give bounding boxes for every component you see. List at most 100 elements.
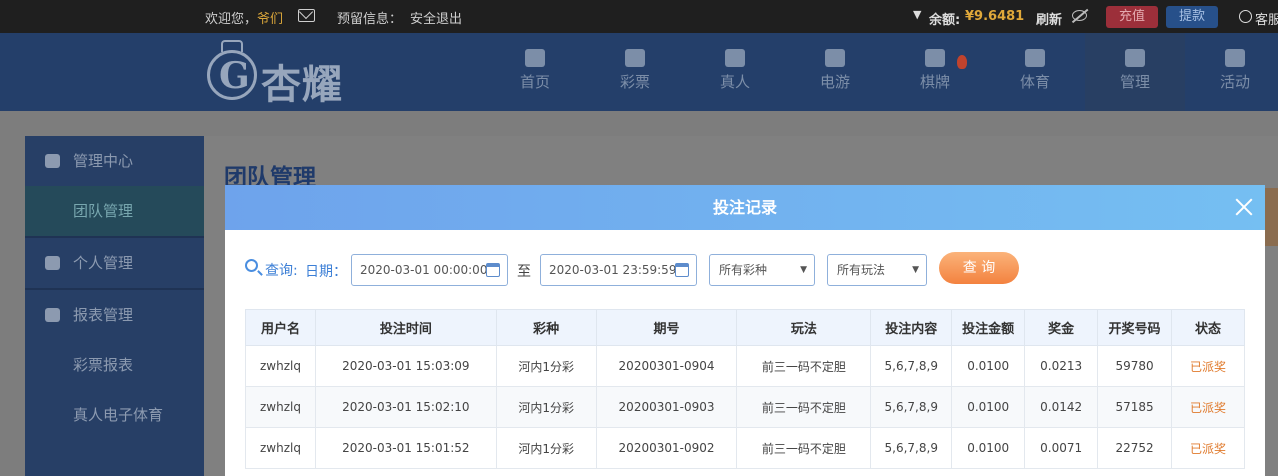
- sidebar-item-management-center[interactable]: 管理中心: [25, 136, 204, 186]
- cell-bet-amount: 0.0100: [951, 345, 1026, 387]
- sidebar-item-lottery-report[interactable]: 彩票报表: [25, 340, 204, 390]
- hot-flame-icon: [957, 55, 967, 69]
- nav-label: 真人: [719, 73, 750, 91]
- nav-label: 管理: [1119, 73, 1150, 91]
- nav-label: 体育: [1019, 73, 1050, 91]
- close-icon[interactable]: [1233, 196, 1255, 218]
- cell-bet-content: 5,6,7,8,9: [870, 345, 953, 387]
- cell-prize: 0.0071: [1024, 427, 1099, 469]
- cell-lottery: 河内1分彩: [495, 345, 597, 387]
- nav-label: 彩票: [619, 73, 650, 91]
- cell-play: 前三一码不定胆: [736, 427, 872, 469]
- cell-status: 已派奖: [1171, 427, 1245, 469]
- withdraw-button[interactable]: 提款: [1166, 6, 1218, 28]
- cell-issue: 20200301-0903: [595, 386, 738, 428]
- play-type-select[interactable]: 所有玩法 ▼: [827, 254, 927, 286]
- mail-icon[interactable]: [298, 9, 315, 22]
- chevron-down-icon[interactable]: ▼: [913, 8, 921, 21]
- top-bar: 欢迎您，爷们 预留信息： 安全退出 ▼ 余额: ¥9.6481 刷新 充值 提款…: [0, 0, 1278, 33]
- nav-lottery[interactable]: 彩票: [585, 33, 685, 111]
- site-logo[interactable]: 杏耀: [207, 40, 357, 108]
- card-icon: [925, 49, 945, 67]
- nav-egame[interactable]: 电游: [785, 33, 885, 111]
- nav-chess[interactable]: 棋牌: [885, 33, 985, 111]
- date-to-value: 2020-03-01 23:59:59: [549, 263, 677, 277]
- nav-home[interactable]: 首页: [485, 33, 585, 111]
- nav-sports[interactable]: 体育: [985, 33, 1085, 111]
- column-header: 彩种: [495, 309, 597, 346]
- sidebar-item-team-management[interactable]: 团队管理: [25, 186, 204, 236]
- cell-play: 前三一码不定胆: [736, 345, 872, 387]
- modal-header: 投注记录: [225, 185, 1265, 230]
- table-header-row: 用户名 投注时间 彩种 期号 玩法 投注内容 投注金额 奖金 开奖号码 状态: [245, 309, 1245, 346]
- cell-username: zwhzlq: [245, 427, 316, 469]
- logout-link[interactable]: 安全退出: [410, 8, 462, 27]
- modal-title: 投注记录: [712, 198, 777, 217]
- nav-promotions[interactable]: 活动: [1185, 33, 1278, 111]
- cell-lottery: 河内1分彩: [495, 386, 597, 428]
- column-header: 玩法: [736, 309, 872, 346]
- sidebar-item-personal-management[interactable]: 个人管理: [25, 238, 204, 288]
- nav-manage[interactable]: 管理: [1085, 33, 1185, 111]
- cell-status: 已派奖: [1171, 386, 1245, 428]
- calendar-icon[interactable]: [675, 263, 689, 277]
- cell-bet-time: 2020-03-01 15:01:52: [314, 427, 497, 469]
- user-icon: [45, 256, 60, 270]
- cell-username: zwhzlq: [245, 345, 316, 387]
- sidebar-item-label: 团队管理: [73, 202, 134, 220]
- cell-bet-time: 2020-03-01 15:02:10: [314, 386, 497, 428]
- date-to-input[interactable]: 2020-03-01 23:59:59: [540, 254, 697, 286]
- ticket-icon: [625, 49, 645, 67]
- date-from-input[interactable]: 2020-03-01 00:00:00: [351, 254, 508, 286]
- customer-service-link[interactable]: 客服: [1255, 9, 1278, 28]
- users-icon: [1125, 49, 1145, 67]
- nav-label: 棋牌: [919, 73, 950, 91]
- nav-label: 活动: [1219, 73, 1250, 91]
- cell-bet-time: 2020-03-01 15:03:09: [314, 345, 497, 387]
- sidebar-item-label: 真人电子体育: [73, 406, 164, 424]
- column-header: 投注金额: [951, 309, 1026, 346]
- sidebar-item-label: 报表管理: [73, 306, 134, 324]
- chevron-down-icon: ▼: [912, 265, 919, 275]
- cell-draw-number: 22752: [1097, 427, 1173, 469]
- trophy-icon: [1025, 49, 1045, 67]
- chat-icon[interactable]: [1239, 10, 1252, 23]
- cell-username: zwhzlq: [245, 386, 316, 428]
- table-row[interactable]: zwhzlq 2020-03-01 15:03:09 河内1分彩 2020030…: [245, 345, 1245, 387]
- sidebar-item-label: 个人管理: [73, 254, 134, 272]
- refresh-button[interactable]: 刷新: [1036, 9, 1062, 28]
- deposit-button[interactable]: 充值: [1106, 6, 1158, 28]
- calendar-icon[interactable]: [486, 263, 500, 277]
- date-from-value: 2020-03-01 00:00:00: [360, 263, 488, 277]
- cell-prize: 0.0213: [1024, 345, 1099, 387]
- sidebar-item-label: 管理中心: [73, 152, 134, 170]
- side-tab[interactable]: [1264, 188, 1278, 246]
- table-row[interactable]: zwhzlq 2020-03-01 15:01:52 河内1分彩 2020030…: [245, 427, 1245, 469]
- nav-label: 电游: [819, 73, 850, 91]
- lottery-type-select[interactable]: 所有彩种 ▼: [709, 254, 815, 286]
- sidebar-item-report-management[interactable]: 报表管理: [25, 290, 204, 340]
- cell-draw-number: 57185: [1097, 386, 1173, 428]
- cell-bet-content: 5,6,7,8,9: [870, 386, 953, 428]
- cell-issue: 20200301-0904: [595, 345, 738, 387]
- bet-records-modal: 投注记录 查询: 日期： 2020-03-01 00:00:00 至 2020-…: [225, 185, 1265, 476]
- column-header: 期号: [595, 309, 738, 346]
- home-icon: [525, 49, 545, 67]
- eye-hidden-icon[interactable]: [1072, 10, 1087, 21]
- balance-label: 余额:: [929, 13, 961, 28]
- date-range-separator: 至: [517, 264, 531, 280]
- play-select-value: 所有玩法: [837, 263, 886, 277]
- query-button[interactable]: 查 询: [939, 252, 1019, 284]
- nav-live[interactable]: 真人: [685, 33, 785, 111]
- column-header: 奖金: [1024, 309, 1099, 346]
- reserved-info: 预留信息：: [337, 12, 403, 27]
- username[interactable]: 爷们: [257, 12, 283, 27]
- sidebar-item-label: 彩票报表: [73, 356, 134, 374]
- table-row[interactable]: zwhzlq 2020-03-01 15:02:10 河内1分彩 2020030…: [245, 386, 1245, 428]
- column-header: 投注时间: [314, 309, 497, 346]
- column-header: 开奖号码: [1097, 309, 1173, 346]
- logo-text: 杏耀: [261, 62, 343, 108]
- cell-lottery: 河内1分彩: [495, 427, 597, 469]
- lottery-select-value: 所有彩种: [719, 263, 768, 277]
- sidebar-item-live-egame-sports[interactable]: 真人电子体育: [25, 390, 204, 440]
